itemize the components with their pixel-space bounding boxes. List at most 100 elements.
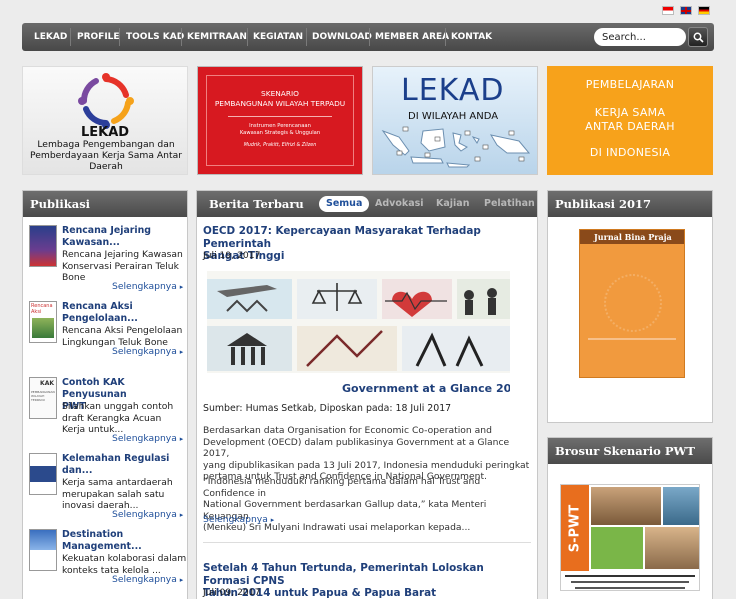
publication-thumbnail[interactable] [29,225,57,267]
list-item: KAK PEMBANGUNAN WILAYAH TERPADU Contoh K… [29,377,187,447]
en-flag-icon[interactable] [680,6,692,15]
publication-description: Kerja sama antardaerah merupakan salah s… [62,477,187,512]
banner-skenario[interactable]: SKENARIO PEMBANGUNAN WILAYAH TERPADU Ins… [197,66,363,175]
skenario-sub-line: Instrumen Perencanaan [249,123,311,129]
publication-desc-line: Silahkan unggah contoh [62,401,174,412]
publication-title[interactable]: Kelemahan Regulasi dan... [62,453,187,477]
banner-lekad-wilayah[interactable]: LEKAD DI WILAYAH ANDA [372,66,538,175]
publication-desc-line: Rencana Aksi Pengelolaan [62,325,183,336]
lekad-name: LEKAD [80,125,130,140]
de-flag-icon[interactable] [698,6,710,15]
brosur-photo [663,487,699,525]
nav-tools-kad[interactable]: TOOLS KAD [126,23,184,51]
skenario-title-line: SKENARIO [261,89,299,98]
skenario-authors: Mudrik, Prakitt, Elfrizl & Zilzen [243,143,317,148]
government-at-a-glance-illustration: Government at a Glance 2017 [207,271,527,401]
publication-desc-line: Kerja sama antardaerah [62,477,173,488]
thumbnail-label: Rencana Aksi [31,303,53,315]
chevron-right-icon: ▸ [179,511,184,519]
nav-profile[interactable]: PROFILE [77,23,120,51]
list-item: Rencana Aksi Rencana Aksi Pengelolaan...… [29,301,187,361]
publication-thumbnail[interactable] [29,453,57,495]
skenario-divider [228,116,332,117]
more-link-label: Selengkapnya [112,509,177,520]
more-link[interactable]: Selengkapnya ▸ [112,433,183,444]
journal-cover[interactable]: Jurnal Bina Praja [579,229,685,378]
paragraph-line: yang dipublikasikan pada 13 Juli 2017, I… [203,459,530,471]
search-input[interactable] [594,28,686,46]
more-link[interactable]: Selengkapnya ▸ [112,574,183,585]
article-date: Juli 19, 2017 [203,250,261,261]
brosur-cover[interactable]: S-PWT [560,484,700,591]
publikasi-heading: Publikasi [23,191,187,217]
publication-description: Rencana Aksi Pengelolaan Lingkungan Telu… [62,325,187,348]
more-link[interactable]: Selengkapnya ▸ [112,509,183,520]
article-image[interactable]: Government at a Glance 2017 [207,271,527,401]
banner-pembelajaran[interactable]: PEMBELAJARAN KERJA SAMA ANTAR DAERAH DI … [547,66,713,175]
more-link[interactable]: Selengkapnya ▸ [112,281,183,292]
publication-title[interactable]: Rencana Aksi Pengelolaan... [62,301,187,325]
chevron-right-icon: ▸ [179,435,184,443]
publication-thumbnail[interactable]: Rencana Aksi [29,301,57,343]
tab-advokasi[interactable]: Advokasi [375,191,424,217]
more-link-label: Selengkapnya [203,514,268,525]
indonesia-map-icon [381,126,531,168]
publication-desc-line: merupakan salah satu [62,488,165,500]
nav-kemitraan[interactable]: KEMITRAAN [187,23,247,51]
publication-thumbnail[interactable]: KAK PEMBANGUNAN WILAYAH TERPADU [29,377,57,419]
publication-title-line: Pengelolaan... [62,313,138,324]
nav-member-area[interactable]: MEMBER AREA [375,23,449,51]
lekad-description: Lembaga Pengembangan dan Pemberdayaan Ke… [30,139,182,172]
publication-title-line: Contoh KAK Penyusunan [62,377,127,400]
wilayah-subtitle: DI WILAYAH ANDA [408,111,499,122]
article-divider [203,542,531,543]
nav-kegiatan[interactable]: KEGIATAN [253,23,303,51]
nav-kontak[interactable]: KONTAK [451,23,492,51]
publication-title-line: Rencana Aksi [62,301,133,312]
journal-line [588,338,676,340]
tab-kajian[interactable]: Kajian [436,191,469,217]
id-flag-icon[interactable] [662,6,674,15]
publication-title[interactable]: Destination Management... [62,529,187,553]
publication-description: Rencana Jejaring Kawasan Konservasi Pera… [62,249,187,284]
journal-emblem-icon [604,274,662,332]
brosur-text-line [565,575,695,577]
publication-title-line: dan... [62,465,93,476]
publication-description: Silahkan unggah contoh draft Kerangka Ac… [62,401,187,436]
berita-heading: Berita Terbaru [209,197,304,211]
nav-divider [119,28,120,46]
article-more-link[interactable]: Selengkapnya ▸ [203,514,274,525]
article-paragraph: “Indonesia menduduki ranking pertama dal… [203,476,533,534]
brosur-panel: Brosur Skenario PWT S-PWT [547,437,713,599]
nav-divider [369,28,370,46]
brosur-photo [645,527,699,569]
pembelajaran-line: DI INDONESIA [589,146,671,159]
publication-desc-line: draft Kerangka Acuan [62,412,162,424]
brosur-green-block [591,527,643,569]
brosur-heading: Brosur Skenario PWT [548,438,712,464]
journal-title: Jurnal Bina Praja [580,230,684,244]
tab-semua[interactable]: Semua [319,196,370,212]
brosur-photo [591,487,661,525]
publication-desc-line: Kekuatan kolaborasi dalam [62,553,187,564]
publication-title-line: Kawasan... [62,237,120,248]
chevron-right-icon: ▸ [270,516,275,524]
banner-lekad[interactable]: LEKAD Lembaga Pengembangan dan Pemberday… [22,66,188,175]
thumbnail-label: PEMBANGUNAN WILAYAH TERPADU [31,390,55,402]
paragraph-line: Development (OECD) dalam publikasinya Go… [203,436,510,460]
skenario-subtitle: Instrumen Perencanaan Kawasan Strategis … [198,123,362,137]
publication-thumbnail[interactable] [29,529,57,571]
more-link-label: Selengkapnya [112,281,177,292]
skenario-title-line: PEMBANGUNAN WILAYAH TERPADU [214,99,346,108]
nav-divider [181,28,182,46]
nav-download[interactable]: DOWNLOAD [312,23,372,51]
main-navbar: LEKAD PROFILE TOOLS KAD KEMITRAAN KEGIAT… [22,23,714,51]
search-button[interactable] [688,27,708,47]
chevron-right-icon: ▸ [179,576,184,584]
publication-title[interactable]: Rencana Jejaring Kawasan... [62,225,187,249]
list-item: Kelemahan Regulasi dan... Kerja sama ant… [29,453,187,523]
tab-pelatihan[interactable]: Pelatihan [484,191,535,217]
list-item: Destination Management... Kekuatan kolab… [29,529,187,599]
nav-lekad[interactable]: LEKAD [34,23,67,51]
more-link[interactable]: Selengkapnya ▸ [112,346,183,357]
